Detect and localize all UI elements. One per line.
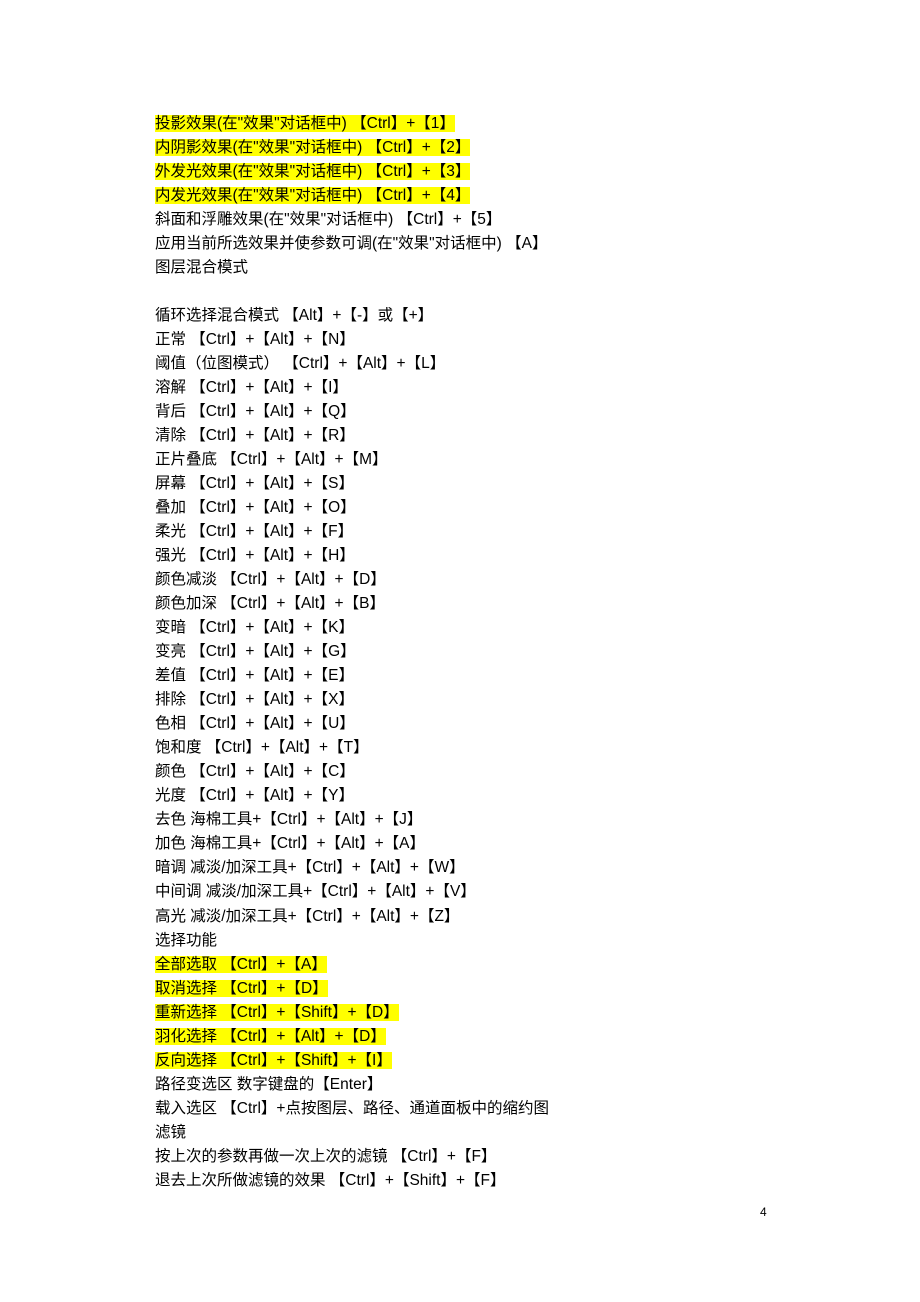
shortcut-line: 按上次的参数再做一次上次的滤镜 【Ctrl】+【F】 [155, 1145, 765, 1169]
shortcut-line: 颜色加深 【Ctrl】+【Alt】+【B】 [155, 592, 765, 616]
shortcut-line: 色相 【Ctrl】+【Alt】+【U】 [155, 712, 765, 736]
highlighted-text: 全部选取 【Ctrl】+【A】 [155, 956, 327, 973]
highlighted-text: 反向选择 【Ctrl】+【Shift】+【I】 [155, 1052, 392, 1069]
shortcut-line: 暗调 减淡/加深工具+【Ctrl】+【Alt】+【W】 [155, 856, 765, 880]
shortcut-line: 变暗 【Ctrl】+【Alt】+【K】 [155, 616, 765, 640]
shortcut-line: 阈值（位图模式） 【Ctrl】+【Alt】+【L】 [155, 352, 765, 376]
shortcut-line: 中间调 减淡/加深工具+【Ctrl】+【Alt】+【V】 [155, 880, 765, 904]
shortcut-line: 正常 【Ctrl】+【Alt】+【N】 [155, 328, 765, 352]
shortcut-line: 路径变选区 数字键盘的【Enter】 [155, 1073, 765, 1097]
shortcut-line: 正片叠底 【Ctrl】+【Alt】+【M】 [155, 448, 765, 472]
shortcut-line: 高光 减淡/加深工具+【Ctrl】+【Alt】+【Z】 [155, 905, 765, 929]
shortcut-line: 去色 海棉工具+【Ctrl】+【Alt】+【J】 [155, 808, 765, 832]
shortcut-line: 循环选择混合模式 【Alt】+【-】或【+】 [155, 304, 765, 328]
shortcut-line: 取消选择 【Ctrl】+【D】 [155, 977, 765, 1001]
shortcut-line: 全部选取 【Ctrl】+【A】 [155, 953, 765, 977]
shortcut-line: 强光 【Ctrl】+【Alt】+【H】 [155, 544, 765, 568]
shortcut-line: 滤镜 [155, 1121, 765, 1145]
shortcut-line: 柔光 【Ctrl】+【Alt】+【F】 [155, 520, 765, 544]
highlighted-text: 外发光效果(在"效果"对话框中) 【Ctrl】+【3】 [155, 163, 470, 180]
shortcut-line: 颜色 【Ctrl】+【Alt】+【C】 [155, 760, 765, 784]
highlighted-text: 取消选择 【Ctrl】+【D】 [155, 980, 328, 997]
shortcut-line: 光度 【Ctrl】+【Alt】+【Y】 [155, 784, 765, 808]
shortcut-line: 内发光效果(在"效果"对话框中) 【Ctrl】+【4】 [155, 184, 765, 208]
highlighted-text: 内发光效果(在"效果"对话框中) 【Ctrl】+【4】 [155, 187, 470, 204]
document-page: 投影效果(在"效果"对话框中) 【Ctrl】+【1】 内阴影效果(在"效果"对话… [0, 0, 920, 1223]
shortcut-line: 加色 海棉工具+【Ctrl】+【Alt】+【A】 [155, 832, 765, 856]
shortcut-line: 差值 【Ctrl】+【Alt】+【E】 [155, 664, 765, 688]
shortcut-line: 内阴影效果(在"效果"对话框中) 【Ctrl】+【2】 [155, 136, 765, 160]
shortcut-line: 叠加 【Ctrl】+【Alt】+【O】 [155, 496, 765, 520]
shortcut-line: 重新选择 【Ctrl】+【Shift】+【D】 [155, 1001, 765, 1025]
shortcut-line: 颜色减淡 【Ctrl】+【Alt】+【D】 [155, 568, 765, 592]
highlighted-text: 内阴影效果(在"效果"对话框中) 【Ctrl】+【2】 [155, 139, 470, 156]
highlighted-text: 重新选择 【Ctrl】+【Shift】+【D】 [155, 1004, 399, 1021]
highlighted-text: 投影效果(在"效果"对话框中) 【Ctrl】+【1】 [155, 115, 455, 132]
shortcut-line: 退去上次所做滤镜的效果 【Ctrl】+【Shift】+【F】 [155, 1169, 765, 1193]
shortcut-line: 应用当前所选效果并使参数可调(在"效果"对话框中) 【A】 [155, 232, 765, 256]
shortcut-line: 羽化选择 【Ctrl】+【Alt】+【D】 [155, 1025, 765, 1049]
shortcut-line: 屏幕 【Ctrl】+【Alt】+【S】 [155, 472, 765, 496]
shortcut-line: 选择功能 [155, 929, 765, 953]
shortcut-line: 图层混合模式 [155, 256, 765, 280]
shortcut-line: 溶解 【Ctrl】+【Alt】+【I】 [155, 376, 765, 400]
shortcut-line: 清除 【Ctrl】+【Alt】+【R】 [155, 424, 765, 448]
shortcut-line: 载入选区 【Ctrl】+点按图层、路径、通道面板中的缩约图 [155, 1097, 765, 1121]
shortcut-line: 外发光效果(在"效果"对话框中) 【Ctrl】+【3】 [155, 160, 765, 184]
shortcut-line: 斜面和浮雕效果(在"效果"对话框中) 【Ctrl】+【5】 [155, 208, 765, 232]
shortcut-list: 投影效果(在"效果"对话框中) 【Ctrl】+【1】 内阴影效果(在"效果"对话… [155, 112, 765, 1193]
blank-line [155, 280, 765, 304]
shortcut-line: 反向选择 【Ctrl】+【Shift】+【I】 [155, 1049, 765, 1073]
shortcut-line: 排除 【Ctrl】+【Alt】+【X】 [155, 688, 765, 712]
shortcut-line: 背后 【Ctrl】+【Alt】+【Q】 [155, 400, 765, 424]
shortcut-line: 饱和度 【Ctrl】+【Alt】+【T】 [155, 736, 765, 760]
shortcut-line: 变亮 【Ctrl】+【Alt】+【G】 [155, 640, 765, 664]
highlighted-text: 羽化选择 【Ctrl】+【Alt】+【D】 [155, 1028, 386, 1045]
page-number: 4 [760, 1203, 767, 1222]
shortcut-line: 投影效果(在"效果"对话框中) 【Ctrl】+【1】 [155, 112, 765, 136]
